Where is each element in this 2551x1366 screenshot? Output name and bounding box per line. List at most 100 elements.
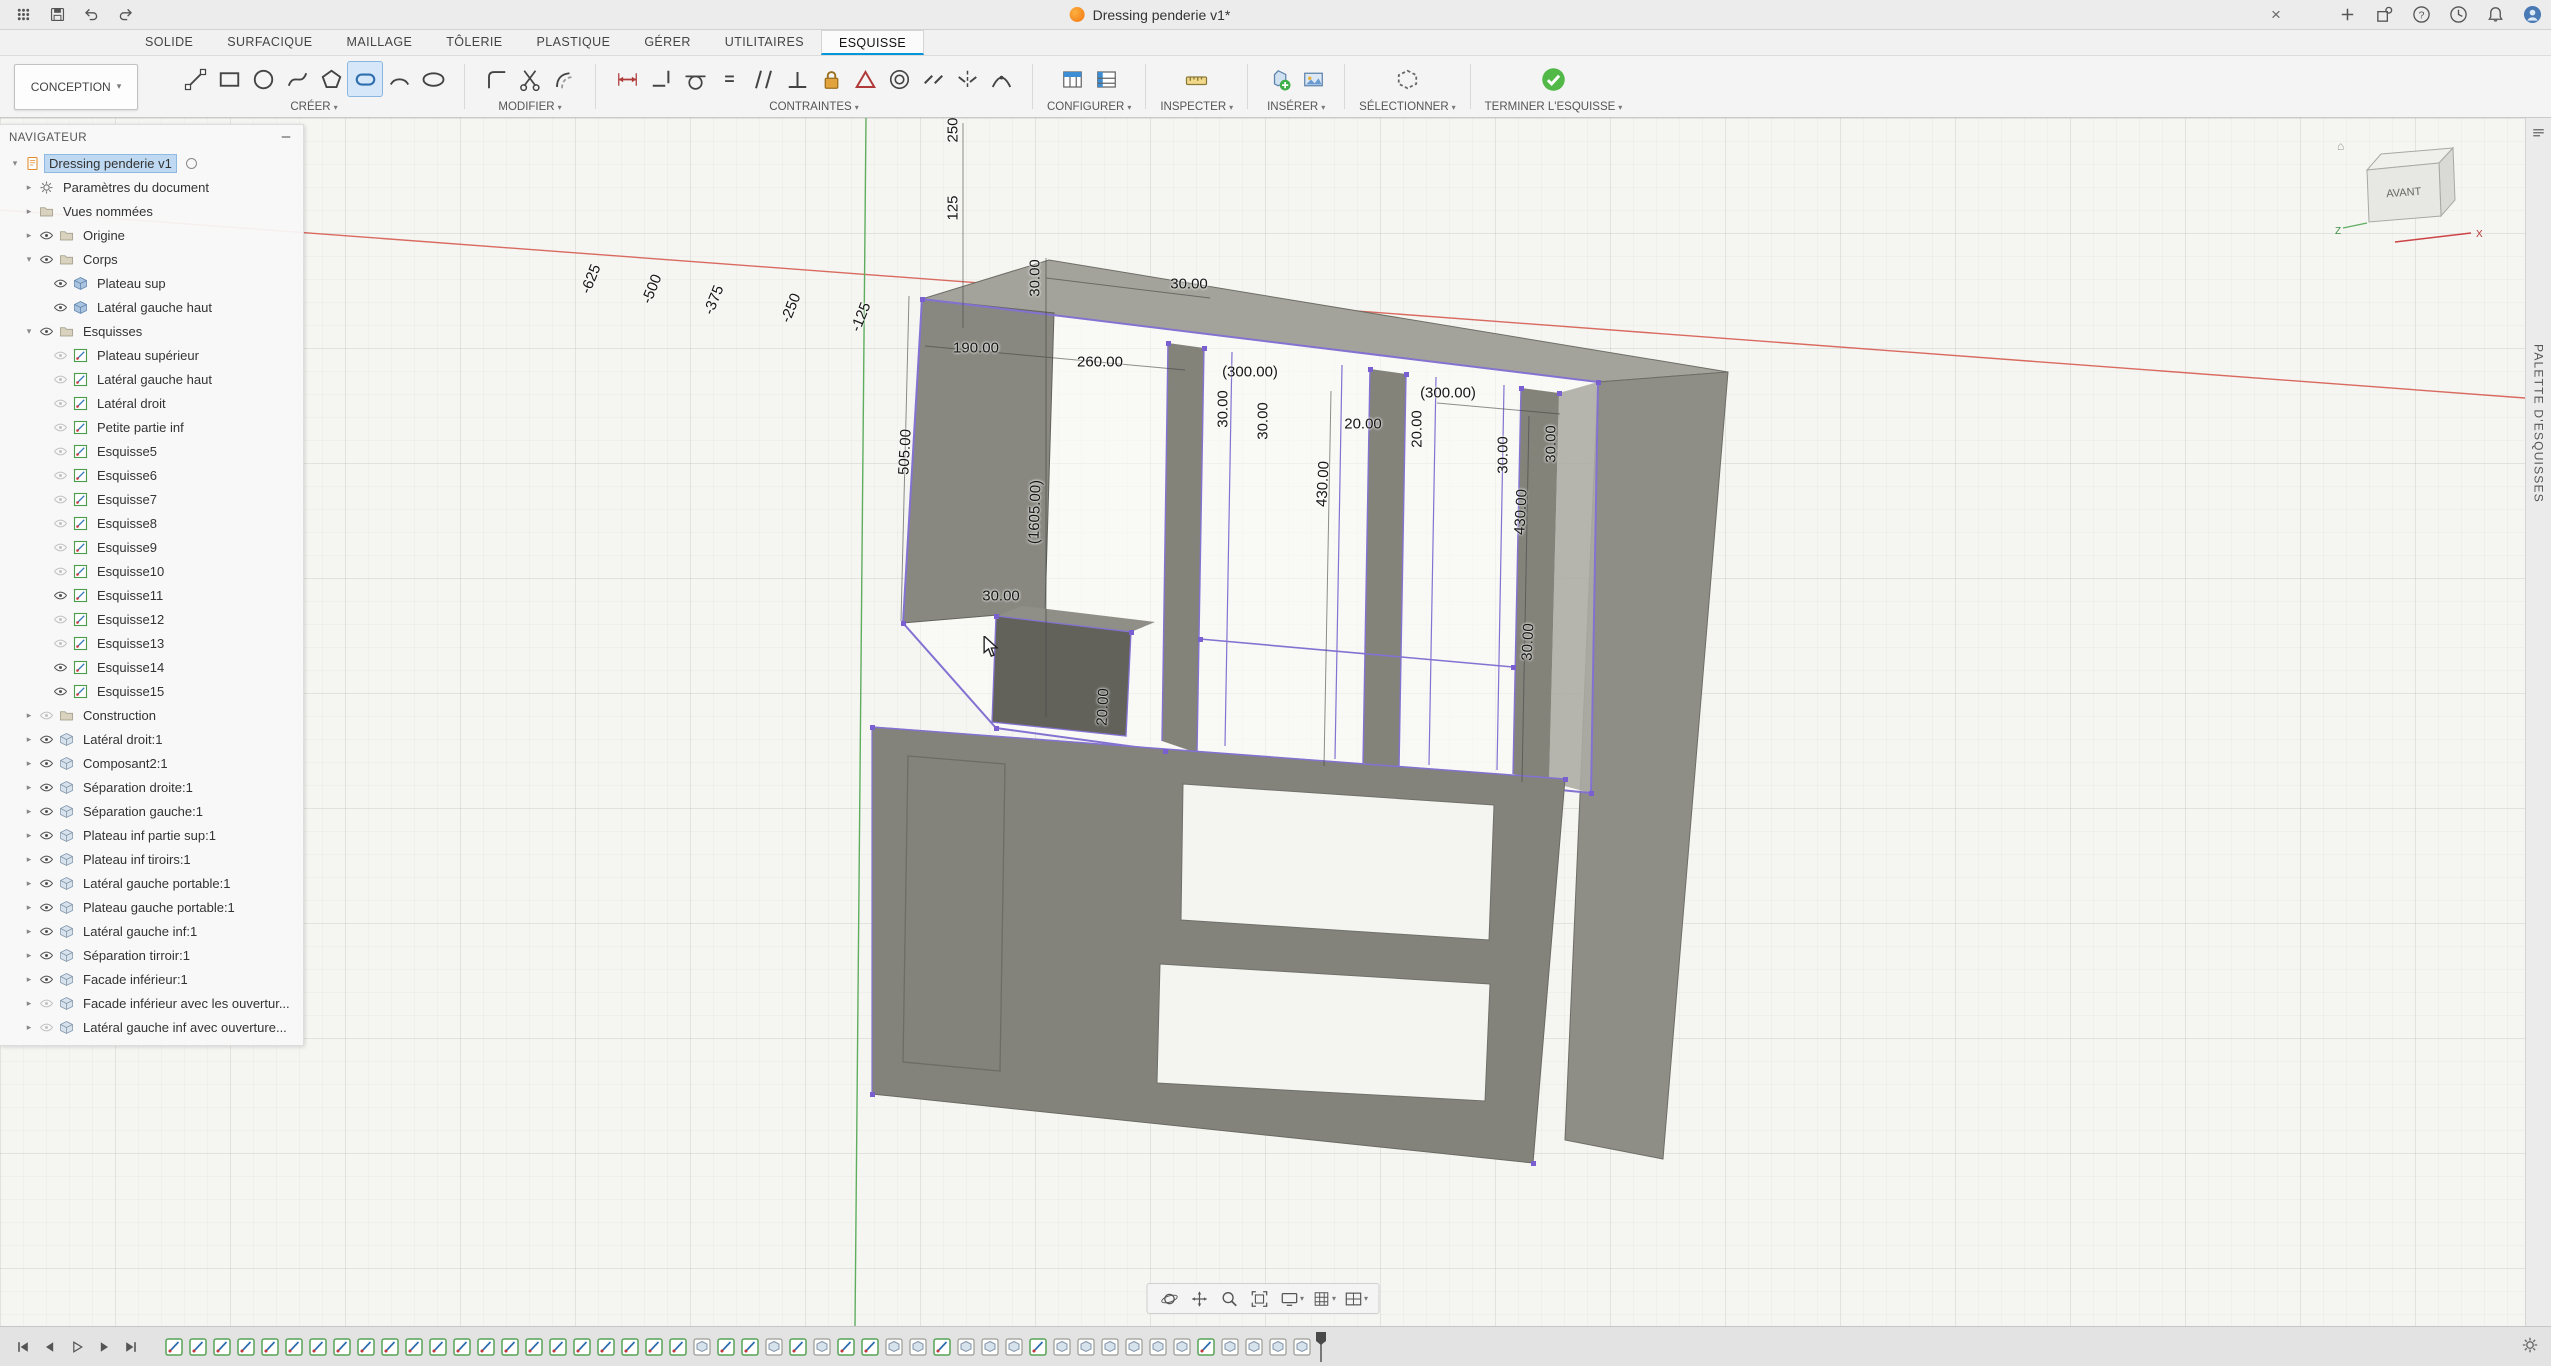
visibility-icon[interactable] [36, 900, 56, 915]
skip-end-button[interactable] [120, 1336, 142, 1358]
visibility-icon[interactable] [36, 732, 56, 747]
expand-arrow-icon[interactable]: ▸ [22, 710, 36, 721]
navigator-item[interactable]: ▸Facade inférieur:1 [0, 967, 303, 991]
document-tab[interactable]: Dressing penderie v1* [1070, 7, 1231, 23]
curvature-icon[interactable] [984, 62, 1018, 96]
item-label[interactable]: Esquisse12 [93, 611, 168, 628]
expand-arrow-icon[interactable]: ▸ [22, 230, 36, 241]
orbit-button[interactable] [1157, 1287, 1182, 1310]
viewports-button[interactable]: ▾ [1341, 1287, 1368, 1310]
timeline-feature-sketch[interactable] [740, 1337, 760, 1357]
item-label[interactable]: Latéral gauche haut [93, 299, 216, 316]
toolbar-group-label[interactable]: TERMINER L'ESQUISSE▾ [1485, 101, 1623, 113]
view-cube[interactable]: ⌂ AVANT Z X [2329, 134, 2489, 264]
timeline-feature-component[interactable] [1172, 1337, 1192, 1357]
expand-arrow-icon[interactable]: ▸ [22, 182, 36, 193]
item-label[interactable]: Dressing penderie v1 [45, 155, 176, 172]
timeline-feature-sketch[interactable] [548, 1337, 568, 1357]
visibility-icon[interactable] [50, 588, 70, 603]
visibility-icon[interactable] [36, 228, 56, 243]
expand-arrow-icon[interactable]: ▸ [22, 926, 36, 937]
decal-icon[interactable] [1296, 62, 1330, 96]
visibility-icon[interactable] [36, 924, 56, 939]
select-icon[interactable] [1390, 62, 1424, 96]
expand-arrow-icon[interactable]: ▸ [22, 782, 36, 793]
horizontal-vertical-icon[interactable] [644, 62, 678, 96]
toolbar-group-label[interactable]: INSPECTER▾ [1160, 101, 1233, 113]
ellipse-icon[interactable] [416, 62, 450, 96]
timeline-feature-component[interactable] [1124, 1337, 1144, 1357]
expand-arrow-icon[interactable]: ▸ [22, 878, 36, 889]
expand-arrow-icon[interactable]: ▾ [22, 326, 36, 337]
plus-tab-icon[interactable] [2336, 4, 2358, 26]
tangent-icon[interactable] [678, 62, 712, 96]
item-label[interactable]: Séparation tirroir:1 [79, 947, 194, 964]
timeline-feature-sketch[interactable] [932, 1337, 952, 1357]
item-label[interactable]: Plateau sup [93, 275, 170, 292]
timeline-playhead[interactable] [1315, 1332, 1327, 1362]
timeline-feature-sketch[interactable] [500, 1337, 520, 1357]
expand-arrow-icon[interactable]: ▾ [8, 158, 22, 169]
visibility-icon[interactable] [36, 852, 56, 867]
toolbar-group-label[interactable]: INSÉRER▾ [1267, 101, 1325, 113]
spline-icon[interactable] [280, 62, 314, 96]
navigator-item[interactable]: Esquisse7 [0, 487, 303, 511]
timeline-feature-component[interactable] [1004, 1337, 1024, 1357]
navigator-item[interactable]: Esquisse5 [0, 439, 303, 463]
item-label[interactable]: Origine [79, 227, 129, 244]
tab-plastique[interactable]: PLASTIQUE [520, 30, 628, 55]
visibility-icon[interactable] [36, 252, 56, 267]
expand-arrow-icon[interactable]: ▸ [22, 830, 36, 841]
navigator-item[interactable]: Plateau supérieur [0, 343, 303, 367]
visibility-icon[interactable] [50, 468, 70, 483]
visibility-icon[interactable] [50, 348, 70, 363]
timeline-feature-sketch[interactable] [788, 1337, 808, 1357]
expand-arrow-icon[interactable]: ▸ [22, 1022, 36, 1033]
item-label[interactable]: Esquisse13 [93, 635, 168, 652]
item-label[interactable]: Latéral droit:1 [79, 731, 167, 748]
visibility-icon[interactable] [36, 972, 56, 987]
expand-arrow-icon[interactable]: ▸ [22, 950, 36, 961]
item-label[interactable]: Plateau inf tiroirs:1 [79, 851, 195, 868]
navigator-item[interactable]: Esquisse15 [0, 679, 303, 703]
visibility-icon[interactable] [36, 948, 56, 963]
visibility-icon[interactable] [50, 612, 70, 627]
navigator-item[interactable]: ▾Corps [0, 247, 303, 271]
item-label[interactable]: Esquisse10 [93, 563, 168, 580]
wardrobe-model[interactable] [872, 260, 1728, 1163]
close-document-icon[interactable]: × [2264, 3, 2288, 27]
zoom-button[interactable] [1217, 1287, 1242, 1310]
model-viewport[interactable] [0, 118, 2525, 1326]
navigator-item[interactable]: Esquisse14 [0, 655, 303, 679]
navigator-item[interactable]: Esquisse8 [0, 511, 303, 535]
item-label[interactable]: Esquisse8 [93, 515, 161, 532]
item-label[interactable]: Petite partie inf [93, 419, 188, 436]
timeline-feature-sketch[interactable] [452, 1337, 472, 1357]
skip-start-button[interactable] [12, 1336, 34, 1358]
trim-icon[interactable] [513, 62, 547, 96]
tab-gérer[interactable]: GÉRER [627, 30, 707, 55]
navigator-item[interactable]: Petite partie inf [0, 415, 303, 439]
timeline-feature-component[interactable] [1148, 1337, 1168, 1357]
perpendicular-icon[interactable] [780, 62, 814, 96]
timeline-feature-component[interactable] [884, 1337, 904, 1357]
navigator-item[interactable]: ▸ Séparation tirroir:1 [0, 943, 303, 967]
timeline-feature-sketch[interactable] [860, 1337, 880, 1357]
item-label[interactable]: Latéral droit [93, 395, 170, 412]
tab-esquisse[interactable]: ESQUISSE [821, 30, 924, 55]
equal-icon[interactable]: = [712, 62, 746, 96]
timeline-feature-sketch[interactable] [308, 1337, 328, 1357]
sketch-palette-tab[interactable]: PALETTE D'ESQUISSES [2532, 344, 2546, 503]
navigator-item[interactable]: ▸Latéral droit:1 [0, 727, 303, 751]
chevron-down-icon[interactable]: ▾ [1332, 1294, 1336, 1303]
timeline-feature-component[interactable] [1292, 1337, 1312, 1357]
timeline-feature-sketch[interactable] [404, 1337, 424, 1357]
workspace-selector[interactable]: CONCEPTION ▾ [14, 64, 138, 110]
offset-icon[interactable] [547, 62, 581, 96]
timeline-feature-sketch[interactable] [332, 1337, 352, 1357]
timeline-feature-sketch[interactable] [380, 1337, 400, 1357]
collapse-panel-icon[interactable] [280, 131, 294, 146]
visibility-icon[interactable] [36, 708, 56, 723]
expand-arrow-icon[interactable]: ▸ [22, 206, 36, 217]
timeline-feature-sketch[interactable] [428, 1337, 448, 1357]
